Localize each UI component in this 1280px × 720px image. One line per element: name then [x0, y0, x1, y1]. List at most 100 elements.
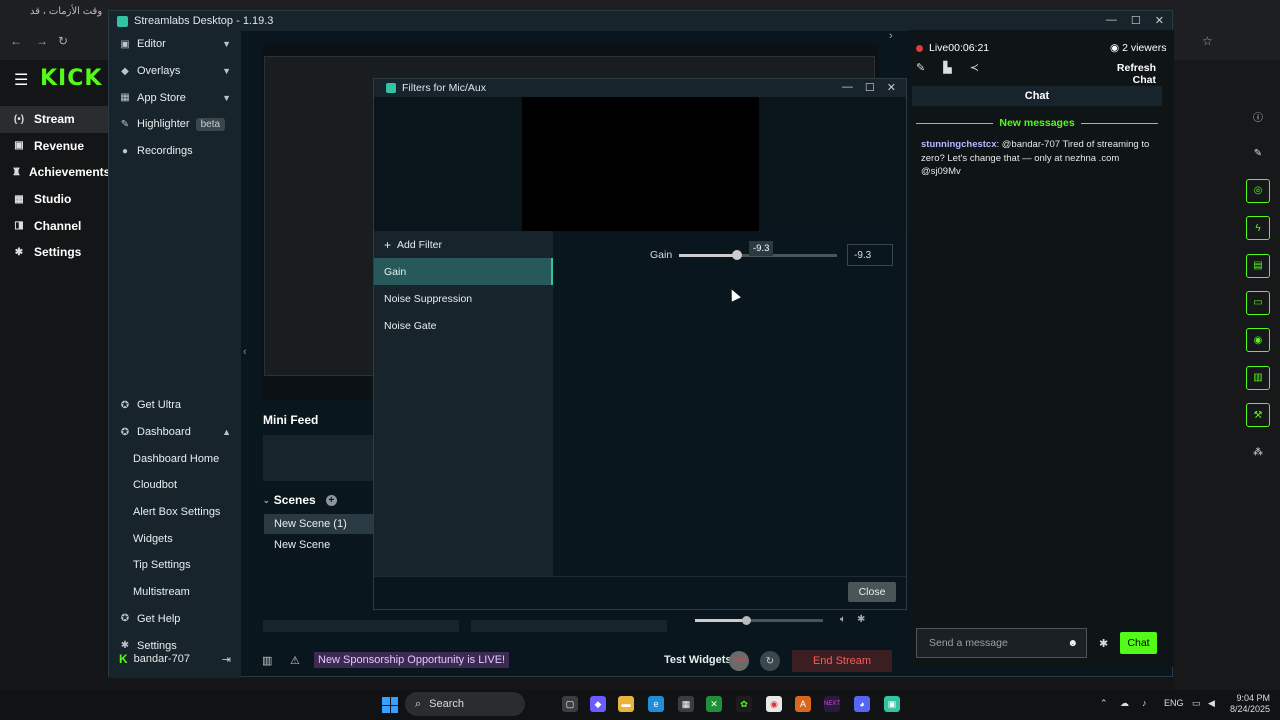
sidebar-item-highlighter[interactable]: ✎ Highlighter beta [109, 111, 241, 138]
taskbar-search[interactable]: ⌕ Search [405, 692, 525, 716]
sidebar-item-multistream[interactable]: Multistream [109, 579, 241, 606]
kick-nav-item-settings[interactable]: ✱ Settings [0, 239, 108, 266]
windows-start-icon[interactable] [382, 697, 398, 713]
file-explorer-icon[interactable]: ▬ [618, 696, 634, 712]
gain-value-input[interactable]: -9.3 [847, 244, 893, 266]
sidebar-item-editor[interactable]: ▣ Editor ▼ [109, 31, 241, 58]
back-icon[interactable]: ← [10, 34, 22, 48]
sidebar-item-get-help[interactable]: ✪ Get Help [109, 606, 241, 633]
volume-icon[interactable]: ◀ [1208, 698, 1215, 709]
emoji-icon[interactable]: ☻ [1067, 638, 1078, 649]
cloud-icon[interactable]: ☁ [1120, 698, 1129, 709]
taskbar-clock[interactable]: 9:04 PM 8/24/2025 [1228, 693, 1270, 715]
forward-icon[interactable]: → [36, 34, 48, 48]
share-icon[interactable]: ≺ [970, 61, 979, 74]
kick-nav-item-achievements[interactable]: ♜ Achievements [0, 159, 110, 186]
kick-logo[interactable]: KICK [40, 66, 102, 91]
gear-icon[interactable]: ✱ [857, 614, 865, 625]
minimize-icon[interactable]: — [1106, 14, 1117, 27]
task-view-icon[interactable]: ▢ [562, 696, 578, 712]
sidebar-item-get-ultra[interactable]: ✪ Get Ultra [109, 392, 241, 419]
refresh-chat-button[interactable]: Refresh Chat [1098, 62, 1156, 86]
xbox-icon[interactable]: ✕ [706, 696, 722, 712]
filter-item-gain[interactable]: Gain [374, 258, 553, 285]
app-icon[interactable]: NEXT [824, 696, 840, 712]
maximize-icon[interactable]: ☐ [1131, 14, 1141, 27]
close-icon[interactable]: ✕ [887, 81, 896, 94]
app-icon[interactable]: A [795, 696, 811, 712]
chrome-icon[interactable]: ◉ [766, 696, 782, 712]
maximize-icon[interactable]: ☐ [865, 81, 875, 94]
gain-slider-knob[interactable] [732, 250, 742, 260]
sidebar-item-dashboard[interactable]: ✪ Dashboard ▲ [109, 419, 241, 446]
speaker-icon[interactable]: 🔈︎ [840, 614, 846, 625]
scene-item[interactable]: New Scene [264, 535, 374, 555]
chat-input[interactable]: Send a message ☻ [916, 628, 1087, 658]
minimize-icon[interactable]: — [842, 81, 853, 94]
kick-nav-item-stream[interactable]: (•) Stream [0, 106, 108, 133]
user-account[interactable]: K bandar-707 ⇥ [109, 646, 241, 672]
chat-settings-gear-icon[interactable]: ✱ [1099, 637, 1108, 650]
edge-icon[interactable]: e [648, 696, 664, 712]
new-messages-divider[interactable]: New messages [916, 117, 1159, 129]
dots-icon[interactable]: ⁂ [1246, 441, 1270, 465]
mixer-volume-knob[interactable] [742, 616, 751, 625]
wrench-icon[interactable]: ⚒ [1246, 403, 1270, 428]
kick-nav-item-revenue[interactable]: ▣ Revenue [0, 133, 108, 160]
add-scene-icon[interactable]: + [325, 494, 337, 506]
popout-icon[interactable]: ▙ [943, 61, 951, 74]
sidebar-item-cloudbot[interactable]: Cloudbot [109, 472, 241, 499]
sidebar-item-app-store[interactable]: ▦ App Store ▼ [109, 84, 241, 111]
copilot-icon[interactable]: ◆ [590, 696, 606, 712]
sidebar-item-alert-box-settings[interactable]: Alert Box Settings [109, 499, 241, 526]
close-icon[interactable]: ✕ [1155, 14, 1164, 27]
discord-icon[interactable]: ◕ [854, 696, 870, 712]
kick-nav-item-channel[interactable]: ◨ Channel [0, 212, 108, 239]
store-icon[interactable]: ▦ [678, 696, 694, 712]
sidebar-item-recordings[interactable]: ● Recordings [109, 138, 241, 165]
mixer-volume-slider[interactable] [695, 616, 823, 625]
chat-send-button[interactable]: Chat [1120, 632, 1157, 654]
focus-icon[interactable]: ◎ [1246, 178, 1270, 203]
chevron-up-icon[interactable]: ⌃ [1100, 698, 1108, 709]
reload-icon[interactable]: ↻ [58, 34, 68, 48]
info-icon[interactable]: ⓘ [1246, 104, 1270, 128]
filter-item-noise-suppression[interactable]: Noise Suppression [374, 285, 553, 312]
sidebar-item-dashboard-home[interactable]: Dashboard Home [109, 445, 241, 472]
logout-icon[interactable]: ⇥ [222, 653, 231, 666]
add-filter-button[interactable]: + Add Filter [374, 231, 553, 258]
chevron-right-icon[interactable]: › [889, 30, 893, 42]
pencil-icon[interactable]: ✎ [916, 61, 925, 74]
lightning-icon[interactable]: ϟ [1246, 216, 1270, 241]
sponsorship-promo[interactable]: New Sponsorship Opportunity is LIVE! [314, 652, 510, 668]
end-stream-button[interactable]: End Stream [792, 650, 892, 672]
network-icon[interactable]: ▭ [1192, 698, 1201, 709]
dialog-titlebar[interactable]: Filters for Mic/Aux — ☐ ✕ [374, 79, 906, 97]
layout-icon[interactable]: ▥ [1246, 365, 1270, 390]
chevron-down-icon[interactable]: ⌄ [263, 496, 270, 505]
sidebar-item-widgets[interactable]: Widgets [109, 525, 241, 552]
streamlabs-titlebar[interactable]: Streamlabs Desktop - 1.19.3 — ☐ ✕ [109, 11, 1172, 31]
replay-buffer-icon[interactable]: ↻ [760, 651, 780, 671]
scene-item[interactable]: New Scene (1) [264, 514, 374, 534]
broadcast-icon[interactable]: ◉ [1246, 328, 1270, 353]
stats-icon[interactable]: ▥ [262, 654, 272, 667]
microphone-icon[interactable]: ♪ [1142, 698, 1147, 708]
app-icon[interactable]: ✿ [736, 696, 752, 712]
alert-icon[interactable]: ⚠ [290, 654, 300, 667]
kick-nav-item-studio[interactable]: ▦ Studio [0, 186, 108, 213]
bookmark-star-icon[interactable]: ☆ [1202, 34, 1213, 48]
sidebar-item-overlays[interactable]: ◆ Overlays ▼ [109, 58, 241, 85]
record-button[interactable]: REC [729, 651, 749, 671]
close-button[interactable]: Close [848, 582, 896, 602]
streamlabs-icon[interactable]: ▣ [884, 696, 900, 712]
test-widgets-button[interactable]: Test Widgets [664, 654, 732, 666]
chat-bubble-icon[interactable]: ▭ [1246, 290, 1270, 315]
collapse-sidebar-icon[interactable]: ‹ [243, 346, 247, 358]
language-indicator[interactable]: ENG [1164, 698, 1184, 708]
hamburger-menu-icon[interactable]: ☰ [14, 70, 28, 90]
browser-tab-title[interactable]: وقت الأزمات ، قد [30, 6, 102, 17]
chat-username[interactable]: stunningchestcx [921, 139, 997, 150]
sidebar-item-tip-settings[interactable]: Tip Settings [109, 552, 241, 579]
filter-item-noise-gate[interactable]: Noise Gate [374, 312, 553, 339]
